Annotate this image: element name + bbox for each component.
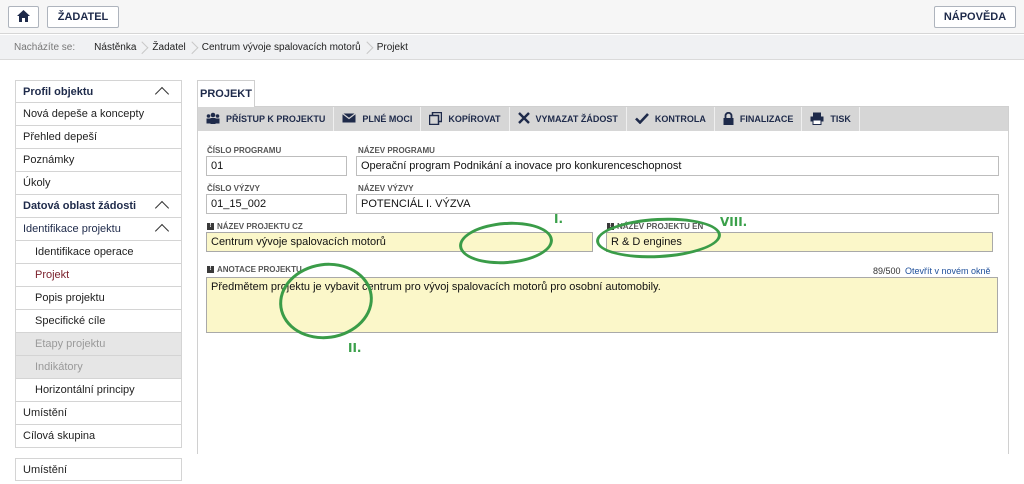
sidebar-item-specificke-cile[interactable]: Specifické cíle — [15, 310, 182, 333]
nazev-vyzvy-field[interactable]: POTENCIÁL I. VÝZVA — [356, 194, 999, 214]
printer-icon — [810, 112, 830, 127]
character-counter: 89/500 — [873, 266, 901, 276]
users-icon — [206, 112, 226, 126]
sidebar-item-label: Specifické cíle — [35, 315, 106, 327]
sidebar-item-label: Identifikace projektu — [23, 223, 121, 235]
toolbar-label: PLNÉ MOCI — [362, 114, 413, 124]
nazev-programu-label: NÁZEV PROGRAMU — [358, 146, 435, 155]
cislo-programu-field[interactable]: 01 — [206, 156, 347, 176]
sidebar-item-label: Umístění — [23, 407, 68, 419]
sidebar-item-prehled-depesi[interactable]: Přehled depeší — [15, 126, 182, 149]
breadcrumb-item-nastenka[interactable]: Nástěnka — [87, 42, 145, 53]
nazev-programu-field[interactable]: Operační program Podnikání a inovace pro… — [356, 156, 999, 176]
kontrola-button[interactable]: KONTROLA — [627, 107, 715, 131]
sidebar-item-horizontalni-principy[interactable]: Horizontální principy — [15, 379, 182, 402]
chevron-up-icon — [154, 223, 170, 239]
sidebar-item-identifikace-projektu[interactable]: Identifikace projektu — [15, 218, 182, 241]
pristup-k-projektu-button[interactable]: PŘÍSTUP K PROJEKTU — [198, 107, 335, 131]
tisk-button[interactable]: TISK — [802, 107, 860, 131]
sidebar-item-label: Projekt — [35, 269, 70, 281]
sidebar-item-label: Indikátory — [35, 361, 83, 373]
breadcrumb-item-projekt: Projekt — [376, 41, 408, 53]
sidebar-item-label: Etapy projektu — [35, 338, 106, 350]
open-new-window-link[interactable]: Otevřít v novém okně — [905, 266, 991, 276]
cislo-programu-label: ČÍSLO PROGRAMU — [207, 146, 282, 155]
sidebar-item-indikatory: Indikátory — [15, 356, 182, 379]
breadcrumb-item-zadatel[interactable]: Žadatel — [145, 42, 194, 53]
sidebar-item-umisteni-bottom[interactable]: Umístění — [15, 458, 182, 481]
toolbar-label: KOPÍROVAT — [448, 114, 501, 124]
sidebar-item-label: Popis projektu — [35, 292, 105, 304]
sidebar-item-etapy-projektu: Etapy projektu — [15, 333, 182, 356]
top-bar: ŽADATEL NÁPOVĚDA — [0, 0, 1024, 34]
sidebar-item-label: Datová oblast žádosti — [23, 200, 137, 212]
sidebar-item-nova-depese[interactable]: Nová depeše a koncepty — [15, 103, 182, 126]
sidebar-item-profil-objektu[interactable]: Profil objektu — [15, 80, 182, 103]
toolbar: PŘÍSTUP K PROJEKTU PLNÉ MOCI KOPÍROVAT V… — [198, 107, 1008, 131]
envelope-icon — [342, 113, 362, 125]
anotace-projektu-label-text: ANOTACE PROJEKTU — [217, 265, 302, 274]
vymazat-zadost-button[interactable]: VYMAZAT ŽÁDOST — [510, 107, 627, 131]
sidebar-item-label: Horizontální principy — [35, 384, 135, 396]
help-button[interactable]: NÁPOVĚDA — [934, 6, 1016, 28]
toolbar-label: FINALIZACE — [739, 114, 794, 124]
sidebar-item-identifikace-operace[interactable]: Identifikace operace — [15, 241, 182, 264]
sidebar-item-ukoly[interactable]: Úkoly — [15, 172, 182, 195]
sidebar-item-label: Úkoly — [23, 177, 51, 189]
anotace-projektu-label: ! ANOTACE PROJEKTU — [207, 265, 302, 274]
required-icon: ! — [207, 223, 214, 231]
toolbar-label: PŘÍSTUP K PROJEKTU — [226, 114, 326, 124]
sidebar-item-cilova-skupina[interactable]: Cílová skupina — [15, 425, 182, 448]
annotation-label-ii: II. — [348, 341, 362, 355]
required-icon: ! — [207, 266, 214, 274]
tab-projekt[interactable]: PROJEKT — [197, 80, 255, 107]
toolbar-label: KONTROLA — [654, 114, 706, 124]
annotation-label-viii: VIII. — [720, 215, 748, 229]
copy-icon — [429, 111, 448, 127]
nazev-vyzvy-label: NÁZEV VÝZVY — [358, 184, 414, 193]
sidebar-item-label: Profil objektu — [23, 85, 94, 98]
sidebar: Profil objektu Nová depeše a koncepty Př… — [15, 80, 182, 448]
home-button[interactable] — [8, 6, 39, 28]
sidebar-item-popis-projektu[interactable]: Popis projektu — [15, 287, 182, 310]
sidebar-item-label: Identifikace operace — [35, 246, 134, 258]
breadcrumb-prefix: Nacházíte se: — [14, 41, 76, 53]
sidebar-item-label: Cílová skupina — [23, 430, 96, 442]
cross-icon — [517, 112, 536, 126]
toolbar-label: VYMAZAT ŽÁDOST — [535, 114, 618, 124]
sidebar-item-label: Nová depeše a koncepty — [23, 108, 145, 120]
cislo-vyzvy-label: ČÍSLO VÝZVY — [207, 184, 260, 193]
lock-icon — [723, 111, 740, 127]
sidebar-item-poznamky[interactable]: Poznámky — [15, 149, 182, 172]
cislo-vyzvy-field[interactable]: 01_15_002 — [206, 194, 347, 214]
check-icon — [634, 112, 655, 126]
plne-moci-button[interactable]: PLNÉ MOCI — [334, 107, 422, 131]
sidebar-item-label: Přehled depeší — [23, 131, 97, 143]
sidebar-item-projekt[interactable]: Projekt — [15, 264, 182, 287]
breadcrumb: Nacházíte se: Nástěnka Žadatel Centrum v… — [0, 35, 1024, 60]
finalizace-button[interactable]: FINALIZACE — [715, 107, 803, 131]
nazev-projektu-cz-label: ! NÁZEV PROJEKTU CZ — [207, 222, 303, 231]
breadcrumb-item-project-name[interactable]: Centrum vývoje spalovacích motorů — [195, 42, 370, 53]
kopirovat-button[interactable]: KOPÍROVAT — [421, 107, 510, 131]
toolbar-label: TISK — [830, 114, 851, 124]
chevron-up-icon — [154, 86, 170, 102]
home-icon — [17, 9, 30, 25]
zadatel-button[interactable]: ŽADATEL — [47, 6, 119, 28]
annotation-label-i: I. — [554, 212, 564, 226]
sidebar-item-umisteni[interactable]: Umístění — [15, 402, 182, 425]
chevron-up-icon — [154, 200, 170, 216]
nazev-projektu-cz-label-text: NÁZEV PROJEKTU CZ — [217, 222, 303, 231]
sidebar-item-label: Poznámky — [23, 154, 75, 166]
sidebar-item-datova-oblast[interactable]: Datová oblast žádosti — [15, 195, 182, 218]
